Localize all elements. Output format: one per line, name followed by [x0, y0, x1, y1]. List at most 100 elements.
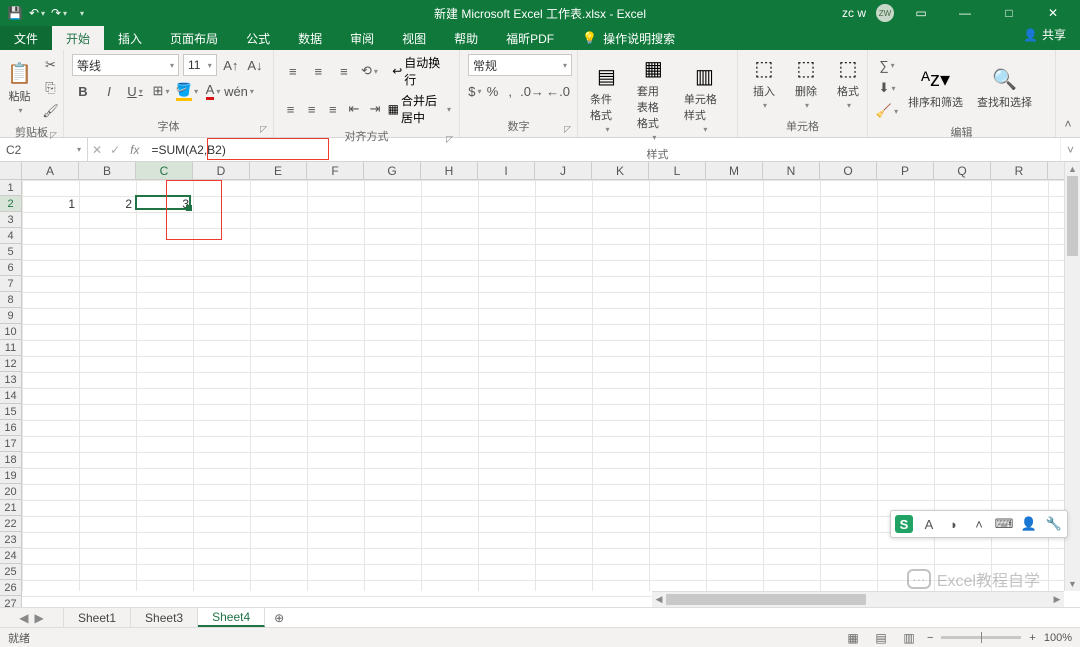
column-headers[interactable]: ABCDEFGHIJKLMNOPQR [22, 162, 1064, 180]
align-center-icon[interactable]: ≡ [303, 98, 320, 120]
comma-format-icon[interactable]: , [503, 80, 517, 102]
floating-toolbar[interactable]: S A ◗ ˄ ⌨ 👤 🔧 [890, 510, 1068, 538]
font-size-select[interactable]: 11▾ [183, 54, 217, 76]
row-header-18[interactable]: 18 [0, 452, 21, 468]
tab-review[interactable]: 审阅 [336, 26, 388, 50]
float-s-icon[interactable]: S [895, 515, 913, 533]
row-headers[interactable]: 1234567891011121314151617181920212223242… [0, 180, 22, 607]
delete-cells-button[interactable]: ⬚删除▾ [788, 54, 824, 112]
accounting-format-icon[interactable]: $▾ [468, 80, 482, 102]
zoom-out-icon[interactable]: − [927, 632, 933, 644]
cell-styles-button[interactable]: ▥单元格样式▾ [680, 62, 729, 136]
column-header-B[interactable]: B [79, 162, 136, 179]
tab-formulas[interactable]: 公式 [232, 26, 284, 50]
align-right-icon[interactable]: ≡ [324, 98, 341, 120]
border-button[interactable]: ⊞▾ [150, 80, 172, 102]
row-header-9[interactable]: 9 [0, 308, 21, 324]
row-header-26[interactable]: 26 [0, 580, 21, 596]
row-header-16[interactable]: 16 [0, 420, 21, 436]
cell-C2[interactable]: 3 [136, 196, 193, 212]
fill-color-button[interactable]: 🪣▾ [176, 80, 198, 102]
tab-home[interactable]: 开始 [52, 26, 104, 50]
cancel-formula-icon[interactable]: ✕ [92, 143, 102, 157]
row-header-13[interactable]: 13 [0, 372, 21, 388]
copy-icon[interactable]: ⎘ [40, 77, 62, 99]
page-layout-view-icon[interactable]: ▤ [871, 630, 891, 646]
add-sheet-button[interactable]: ⊕ [265, 608, 293, 627]
float-keyboard-icon[interactable]: ⌨ [995, 515, 1013, 533]
row-header-4[interactable]: 4 [0, 228, 21, 244]
row-header-22[interactable]: 22 [0, 516, 21, 532]
row-header-11[interactable]: 11 [0, 340, 21, 356]
format-cells-button[interactable]: ⬚格式▾ [830, 54, 866, 112]
collapse-ribbon-icon[interactable]: ˄ [1056, 50, 1080, 137]
cut-icon[interactable]: ✂ [40, 54, 62, 76]
cell-B2[interactable]: 2 [79, 196, 136, 212]
expand-formula-bar-icon[interactable]: ˅ [1060, 138, 1080, 161]
row-header-19[interactable]: 19 [0, 468, 21, 484]
increase-decimal-icon[interactable]: .0→ [521, 80, 543, 102]
column-header-R[interactable]: R [991, 162, 1048, 179]
column-header-J[interactable]: J [535, 162, 592, 179]
undo-icon[interactable]: ↶▾ [30, 6, 44, 20]
sort-filter-button[interactable]: ᴬᴢ▾排序和筛选 [904, 65, 967, 112]
column-header-F[interactable]: F [307, 162, 364, 179]
sheet-tab-sheet3[interactable]: Sheet3 [131, 608, 198, 627]
float-caret-icon[interactable]: ˄ [970, 515, 988, 533]
tab-page-layout[interactable]: 页面布局 [156, 26, 232, 50]
maximize-icon[interactable]: □ [992, 0, 1026, 26]
minimize-icon[interactable]: — [948, 0, 982, 26]
scroll-up-icon[interactable]: ▲ [1065, 162, 1080, 176]
share-button[interactable]: 👤 共享 [1023, 26, 1066, 43]
redo-icon[interactable]: ↷▾ [52, 6, 66, 20]
format-as-table-button[interactable]: ▦套用 表格格式▾ [633, 54, 674, 144]
font-color-button[interactable]: A▾ [202, 80, 224, 102]
column-header-N[interactable]: N [763, 162, 820, 179]
row-header-15[interactable]: 15 [0, 404, 21, 420]
percent-format-icon[interactable]: % [486, 80, 500, 102]
align-bottom-icon[interactable]: ≡ [333, 60, 355, 82]
zoom-in-icon[interactable]: + [1029, 632, 1035, 644]
ribbon-display-icon[interactable]: ▭ [904, 0, 938, 26]
zoom-slider[interactable] [941, 636, 1021, 639]
sheet-nav-next-icon[interactable]: ▶ [35, 611, 44, 625]
horizontal-scrollbar[interactable]: ◀ ▶ [652, 591, 1064, 607]
row-header-24[interactable]: 24 [0, 548, 21, 564]
phonetic-guide-icon[interactable]: wén▾ [228, 80, 250, 102]
save-icon[interactable]: 💾 [8, 6, 22, 20]
font-launcher-icon[interactable]: ◸ [260, 124, 267, 135]
tab-file[interactable]: 文件 [0, 26, 52, 50]
row-header-14[interactable]: 14 [0, 388, 21, 404]
column-header-H[interactable]: H [421, 162, 478, 179]
float-a-icon[interactable]: A [920, 515, 938, 533]
page-break-view-icon[interactable]: ▥ [899, 630, 919, 646]
column-header-L[interactable]: L [649, 162, 706, 179]
scroll-down-icon[interactable]: ▼ [1065, 577, 1080, 591]
align-left-icon[interactable]: ≡ [282, 98, 299, 120]
underline-button[interactable]: U▾ [124, 80, 146, 102]
formula-input[interactable]: =SUM(A2,B2) [145, 138, 1060, 161]
row-header-8[interactable]: 8 [0, 292, 21, 308]
row-header-5[interactable]: 5 [0, 244, 21, 260]
tab-insert[interactable]: 插入 [104, 26, 156, 50]
fx-icon[interactable]: fx [124, 138, 145, 161]
row-header-1[interactable]: 1 [0, 180, 21, 196]
select-all-corner[interactable] [0, 162, 22, 180]
autosum-icon[interactable]: ∑▾ [876, 54, 898, 76]
increase-indent-icon[interactable]: ⇥ [367, 98, 384, 120]
tab-help[interactable]: 帮助 [440, 26, 492, 50]
row-header-25[interactable]: 25 [0, 564, 21, 580]
avatar[interactable]: ZW [876, 4, 894, 22]
row-header-21[interactable]: 21 [0, 500, 21, 516]
scroll-right-icon[interactable]: ▶ [1050, 592, 1064, 607]
h-scroll-thumb[interactable] [666, 594, 866, 605]
column-header-A[interactable]: A [22, 162, 79, 179]
row-header-17[interactable]: 17 [0, 436, 21, 452]
decrease-font-icon[interactable]: A↓ [245, 54, 265, 76]
v-scroll-thumb[interactable] [1067, 176, 1078, 256]
tab-foxit[interactable]: 福昕PDF [492, 26, 568, 50]
column-header-O[interactable]: O [820, 162, 877, 179]
align-top-icon[interactable]: ≡ [282, 60, 304, 82]
column-header-M[interactable]: M [706, 162, 763, 179]
row-header-20[interactable]: 20 [0, 484, 21, 500]
